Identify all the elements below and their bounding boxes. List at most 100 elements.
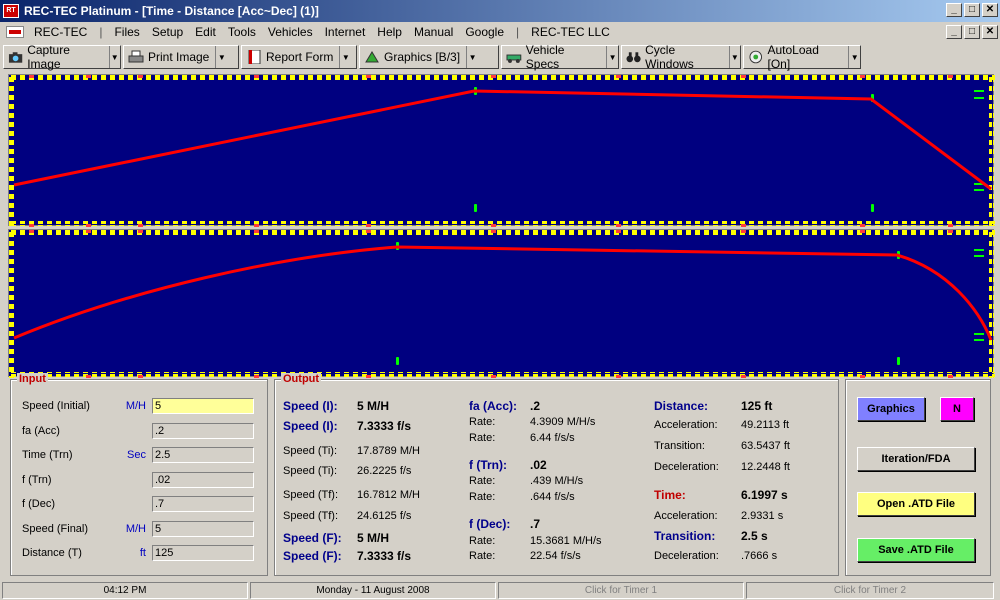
speed-f-label: Speed (F):: [283, 531, 342, 545]
save-atd-file-button[interactable]: Save .ATD File: [857, 538, 975, 562]
distance-dec-label: Deceleration:: [654, 461, 719, 473]
menu-manual[interactable]: Manual: [408, 25, 459, 39]
input-label: f (Dec): [22, 498, 55, 510]
distance-label: Distance:: [654, 399, 709, 413]
rate-label: Rate:: [469, 535, 496, 547]
menu-files[interactable]: Files: [108, 25, 145, 39]
menu-edit[interactable]: Edit: [189, 25, 222, 39]
input-row-speed-initial: Speed (Initial) M/H: [22, 396, 262, 416]
menu-google[interactable]: Google: [459, 25, 510, 39]
report-form-button[interactable]: Report Form ▼: [241, 45, 357, 69]
print-image-button[interactable]: Print Image ▼: [123, 45, 239, 69]
cycle-windows-button[interactable]: Cycle Windows ▼: [621, 43, 741, 71]
open-atd-file-button[interactable]: Open .ATD File: [857, 492, 975, 516]
autoload-icon: [749, 50, 763, 64]
distance-graph[interactable]: [8, 74, 995, 227]
input-unit: ft: [139, 547, 146, 559]
right-tick-ruler: [989, 75, 994, 227]
speed-ti-value: 26.2225 f/s: [357, 465, 412, 477]
fa-acc-field[interactable]: [152, 423, 254, 439]
mdi-restore-button[interactable]: □: [964, 25, 980, 39]
camera-icon: [8, 52, 23, 63]
input-row-fa-acc: fa (Acc): [22, 421, 262, 441]
n-button[interactable]: N: [940, 397, 974, 421]
distance-trn-label: Transition:: [654, 440, 705, 452]
input-label: Time (Trn): [22, 449, 73, 461]
speed-final-field[interactable]: [152, 521, 254, 537]
time-trn-field[interactable]: [152, 447, 254, 463]
bottom-tick-ruler: [9, 372, 995, 377]
distance-graph-canvas: [9, 75, 995, 227]
menu-rec-tec-llc[interactable]: REC-TEC LLC: [525, 25, 616, 39]
phase-markers: [396, 242, 984, 365]
menu-help[interactable]: Help: [371, 25, 408, 39]
mdi-close-button[interactable]: ✕: [982, 25, 998, 39]
menu-vehicles[interactable]: Vehicles: [262, 25, 319, 39]
speed-i-value: 5 M/H: [357, 399, 390, 413]
f-trn-field[interactable]: [152, 472, 254, 488]
f-dec-field[interactable]: [152, 496, 254, 512]
cycle-dropdown[interactable]: ▼: [728, 46, 740, 68]
input-label: fa (Acc): [22, 425, 60, 437]
output-panel-title: Output: [281, 373, 322, 385]
distance-acc-label: Acceleration:: [654, 419, 718, 431]
speed-ti-label: Speed (Ti):: [283, 465, 338, 477]
rate-label: Rate:: [469, 550, 496, 562]
right-tick-ruler: [989, 230, 994, 378]
mdi-minimize-button[interactable]: _: [946, 25, 962, 39]
input-row-distance: Distance (T) ft: [22, 543, 262, 563]
timer-1-button[interactable]: Click for Timer 1: [498, 582, 744, 599]
autoload-dropdown[interactable]: ▼: [848, 46, 860, 68]
graphics-toggle-button[interactable]: Graphics: [857, 397, 925, 421]
dec-rate-fss: 22.54 f/s/s: [530, 550, 581, 562]
trn-rate-fss: .644 f/s/s: [530, 491, 575, 503]
capture-dropdown[interactable]: ▼: [108, 46, 120, 68]
print-dropdown[interactable]: ▼: [215, 46, 227, 68]
menu-setup[interactable]: Setup: [146, 25, 189, 39]
graphics-dropdown[interactable]: ▼: [466, 46, 478, 68]
menu-tools[interactable]: Tools: [222, 25, 262, 39]
speed-curve: [13, 245, 993, 341]
capture-image-button[interactable]: Capture Image ▼: [3, 43, 121, 71]
speed-initial-field[interactable]: [152, 398, 254, 414]
maximize-button[interactable]: □: [964, 3, 980, 17]
f-dec-value: .7: [530, 517, 541, 531]
time-trn-label: Transition:: [654, 529, 716, 543]
trn-rate-mhs: .439 M/H/s: [530, 475, 584, 487]
menu-bar: REC-TEC | Files Setup Edit Tools Vehicle…: [0, 22, 1000, 42]
left-tick-ruler: [9, 75, 14, 227]
speed-i-value: 7.3333 f/s: [357, 419, 412, 433]
title-bar: RT REC-TEC Platinum - [Time - Distance […: [0, 0, 1000, 22]
speed-ti-value: 17.8789 M/H: [357, 445, 420, 457]
minimize-button[interactable]: _: [946, 3, 962, 17]
document-icon: [248, 50, 261, 64]
distance-dec-value: 12.2448 ft: [741, 461, 790, 473]
close-button[interactable]: ✕: [982, 3, 998, 17]
status-bar: 04:12 PM Monday - 11 August 2008 Click f…: [0, 581, 1000, 600]
rate-label: Rate:: [469, 416, 496, 428]
autoload-button[interactable]: AutoLoad [On] ▼: [743, 43, 861, 71]
time-value: 6.1997 s: [741, 488, 788, 502]
status-time: 04:12 PM: [2, 582, 248, 599]
vehicle-dropdown[interactable]: ▼: [606, 46, 618, 68]
top-tick-ruler: [9, 230, 995, 235]
menu-rec-tec[interactable]: REC-TEC: [28, 25, 93, 39]
distance-acc-value: 49.2113 ft: [741, 419, 790, 431]
dec-rate-mhs: 15.3681 M/H/s: [530, 535, 602, 547]
report-dropdown[interactable]: ▼: [339, 46, 351, 68]
speed-graph[interactable]: [8, 229, 995, 378]
timer-2-button[interactable]: Click for Timer 2: [746, 582, 994, 599]
speed-i-label: Speed (I):: [283, 399, 338, 413]
input-unit: M/H: [125, 400, 146, 412]
phase-markers: [474, 87, 984, 212]
iteration-fda-button[interactable]: Iteration/FDA: [857, 447, 975, 471]
speed-f-label: Speed (F):: [283, 549, 342, 563]
input-label: Speed (Initial): [22, 400, 90, 412]
menu-internet[interactable]: Internet: [319, 25, 372, 39]
graphics-button[interactable]: Graphics [B/3] ▼: [359, 45, 499, 69]
top-tick-ruler: [9, 75, 995, 80]
menu-separator: |: [516, 25, 520, 39]
vehicle-specs-button[interactable]: Vehicle Specs ▼: [501, 43, 619, 71]
distance-field[interactable]: [152, 545, 254, 561]
input-label: Speed (Final): [22, 523, 89, 535]
